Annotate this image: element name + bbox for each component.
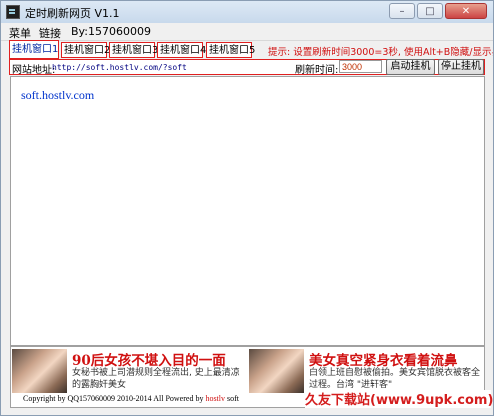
tab-window-2[interactable]: 挂机窗口2 xyxy=(61,42,110,58)
app-window: 定时刷新网页 V1.1 – □ ✕ 菜单 链接 By:157060009 挂机窗… xyxy=(0,0,494,416)
address-bar: 网站地址: 刷新时间: 启动挂机 停止挂机 xyxy=(9,59,485,76)
app-icon xyxy=(6,5,20,19)
status-bar xyxy=(1,408,493,415)
footer-brand-link[interactable]: hostlv xyxy=(205,394,225,403)
ad-headline[interactable]: 美女真空紧身衣看着流鼻 xyxy=(309,349,458,369)
ad-headline[interactable]: 90后女孩不堪入目的一面 xyxy=(72,349,226,369)
title-bar[interactable]: 定时刷新网页 V1.1 – □ ✕ xyxy=(1,1,493,23)
web-view[interactable]: soft.hostlv.com xyxy=(10,76,485,346)
start-button[interactable]: 启动挂机 xyxy=(386,59,435,75)
window-controls: – □ ✕ xyxy=(389,3,487,19)
tab-window-4[interactable]: 挂机窗口4 xyxy=(157,42,206,58)
menu-item-links[interactable]: 链接 xyxy=(39,25,61,41)
address-input[interactable] xyxy=(52,61,294,73)
ad-description[interactable]: 女秘书被上司潜规则全程流出, 史上最清凉的露胸奸美女 xyxy=(72,367,244,391)
tab-window-3[interactable]: 挂机窗口3 xyxy=(109,42,158,58)
ad-image[interactable] xyxy=(249,349,304,393)
interval-label: 刷新时间: xyxy=(295,65,339,76)
close-button[interactable]: ✕ xyxy=(445,3,487,19)
address-label: 网站地址: xyxy=(12,65,56,76)
maximize-button[interactable]: □ xyxy=(417,3,443,19)
footer-tail: soft xyxy=(225,394,239,403)
hint-text: 提示: 设置刷新时间3000=3秒, 使用Alt+B隐藏/显示界面 xyxy=(268,47,494,58)
page-link[interactable]: soft.hostlv.com xyxy=(21,88,94,103)
window-title: 定时刷新网页 V1.1 xyxy=(25,7,120,20)
tab-window-5[interactable]: 挂机窗口5 xyxy=(206,42,255,58)
ad-item[interactable]: 美女真空紧身衣看着流鼻 白领上班自慰被偷拍。美女宾馆脱衣被客全过程。台湾 "进轩… xyxy=(249,349,481,393)
minimize-button[interactable]: – xyxy=(389,3,415,19)
ad-image[interactable] xyxy=(12,349,67,393)
menu-item-menu[interactable]: 菜单 xyxy=(9,25,31,41)
menu-item-author[interactable]: By:157060009 xyxy=(71,25,151,38)
ad-item[interactable]: 90后女孩不堪入目的一面 女秘书被上司潜规则全程流出, 史上最清凉的露胸奸美女 xyxy=(12,349,244,393)
stop-button[interactable]: 停止挂机 xyxy=(438,59,484,75)
ad-description[interactable]: 白领上班自慰被偷拍。美女宾馆脱衣被客全过程。台湾 "进轩客" xyxy=(309,367,481,391)
tab-strip: 挂机窗口1 挂机窗口2 挂机窗口3 挂机窗口4 挂机窗口5 提示: 设置刷新时间… xyxy=(1,40,493,60)
tab-window-1[interactable]: 挂机窗口1 xyxy=(9,40,59,59)
copyright-text: Copyright by QQ157060009 2010-2014 All P… xyxy=(23,394,206,403)
menu-bar: 菜单 链接 By:157060009 xyxy=(1,23,493,41)
interval-input[interactable] xyxy=(339,60,382,73)
